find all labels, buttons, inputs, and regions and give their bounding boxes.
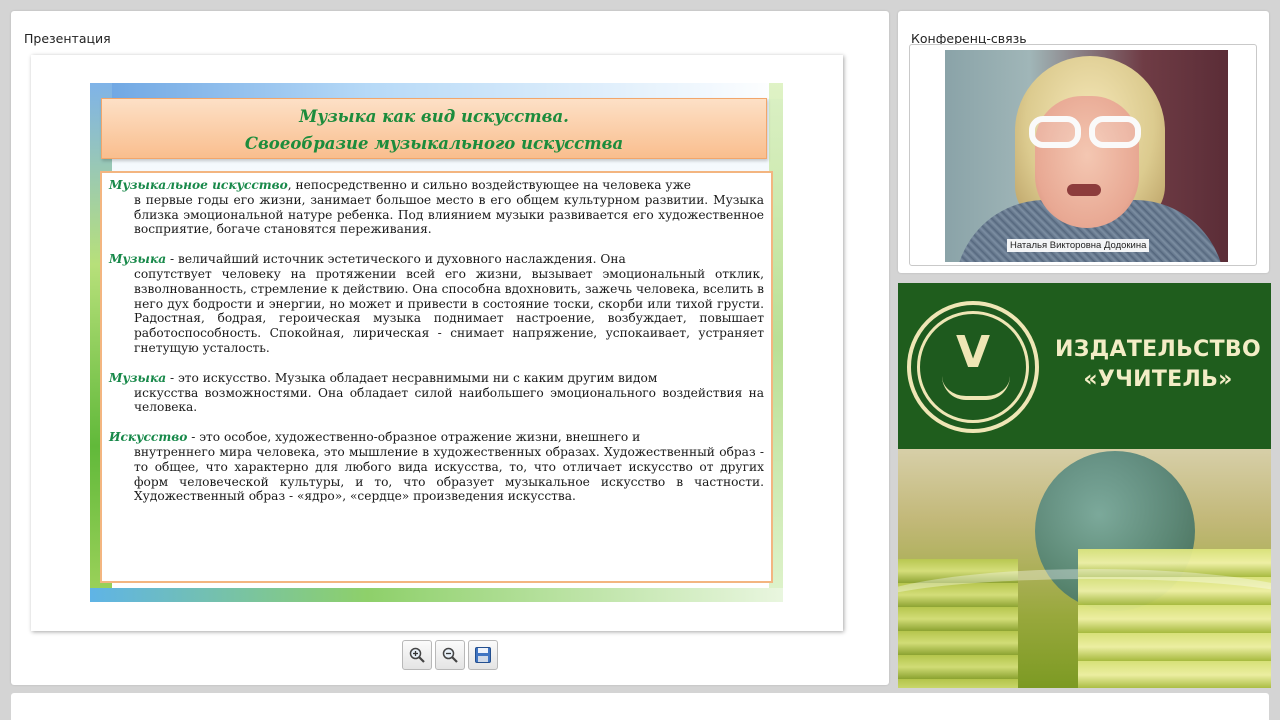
webcam-video[interactable]: Наталья Викторовна Додокина — [945, 50, 1228, 262]
paragraph-term: Искусство — [109, 430, 188, 445]
zoom-in-button[interactable] — [402, 640, 432, 670]
bottom-panel — [11, 693, 1269, 720]
brand-line-2: «УЧИТЕЛЬ» — [1083, 367, 1233, 392]
slide-paragraph: Искусство - это особое, художественно-об… — [109, 430, 764, 504]
slide-title-line-2: Своеобразие музыкального искусства — [244, 134, 624, 153]
slide-paragraph: Музыка - это искусство. Музыка обладает … — [109, 371, 764, 415]
paragraph-first-line: - это искусство. Музыка обладает несравн… — [166, 370, 658, 385]
slide-viewer[interactable]: Музыка как вид искусства. Своеобразие му… — [31, 55, 843, 631]
paragraph-term: Музыка — [109, 370, 167, 385]
paragraph-term: Музыкальное искусство — [109, 178, 288, 192]
paragraph-continuation: внутреннего мира человека, это мышление … — [134, 444, 764, 504]
brand-line-1: ИЗДАТЕЛЬСТВО — [1055, 337, 1261, 362]
zoom-out-icon — [442, 647, 458, 663]
slide-content-box: Музыкальное искусство, непосредственно и… — [100, 171, 773, 583]
video-person-glasses — [1029, 116, 1143, 150]
paragraph-first-line: , непосредственно и сильно воздействующе… — [287, 178, 691, 192]
save-icon — [475, 647, 491, 663]
paragraph-first-line: - величайший источник эстетического и ду… — [166, 252, 626, 267]
paragraph-first-line: - это особое, художественно-образное отр… — [187, 430, 641, 445]
slide-bottom-decoration — [90, 588, 783, 602]
slide-paragraph: Музыка - величайший источник эстетическо… — [109, 252, 764, 356]
save-button[interactable] — [468, 640, 498, 670]
banner-image — [898, 449, 1271, 688]
presentation-toolbar — [402, 640, 498, 670]
slide-title-box: Музыка как вид искусства. Своеобразие му… — [101, 98, 767, 159]
slide-paragraph: Музыкальное искусство, непосредственно и… — [109, 178, 764, 237]
slide-top-decoration — [90, 83, 783, 99]
banner-wave — [898, 569, 1271, 649]
publisher-banner: V ИЗДАТЕЛЬСТВО «УЧИТЕЛЬ» — [898, 283, 1271, 688]
publisher-logo: V — [907, 301, 1039, 433]
paragraph-term: Музыка — [109, 252, 167, 267]
participant-name-label: Наталья Викторовна Додокина — [1007, 239, 1150, 252]
publisher-logo-book — [942, 376, 1010, 400]
publisher-logo-inner: V — [917, 311, 1029, 423]
paragraph-continuation: в первые годы его жизни, занимает большо… — [134, 192, 764, 237]
paragraph-continuation: искусства возможностями. Она обладает си… — [134, 385, 764, 415]
presentation-panel-title: Презентация — [24, 31, 111, 46]
banner-top: V ИЗДАТЕЛЬСТВО «УЧИТЕЛЬ» — [898, 283, 1271, 449]
video-person-mouth — [1067, 184, 1101, 196]
slide: Музыка как вид искусства. Своеобразие му… — [90, 83, 783, 602]
video-frame: Наталья Викторовна Додокина — [909, 44, 1257, 266]
zoom-in-icon — [409, 647, 425, 663]
slide-title-line-1: Музыка как вид искусства. — [299, 107, 569, 126]
publisher-logo-mark: V — [955, 327, 991, 378]
conference-panel: Конференц-связь Наталья Викторовна Додок… — [898, 11, 1269, 273]
paragraph-continuation: сопутствует человеку на протяжении всей … — [134, 266, 764, 355]
zoom-out-button[interactable] — [435, 640, 465, 670]
presentation-panel: Презентация Музыка как вид искусства. Св… — [11, 11, 889, 685]
publisher-brand: ИЗДАТЕЛЬСТВО «УЧИТЕЛЬ» — [1052, 335, 1264, 395]
